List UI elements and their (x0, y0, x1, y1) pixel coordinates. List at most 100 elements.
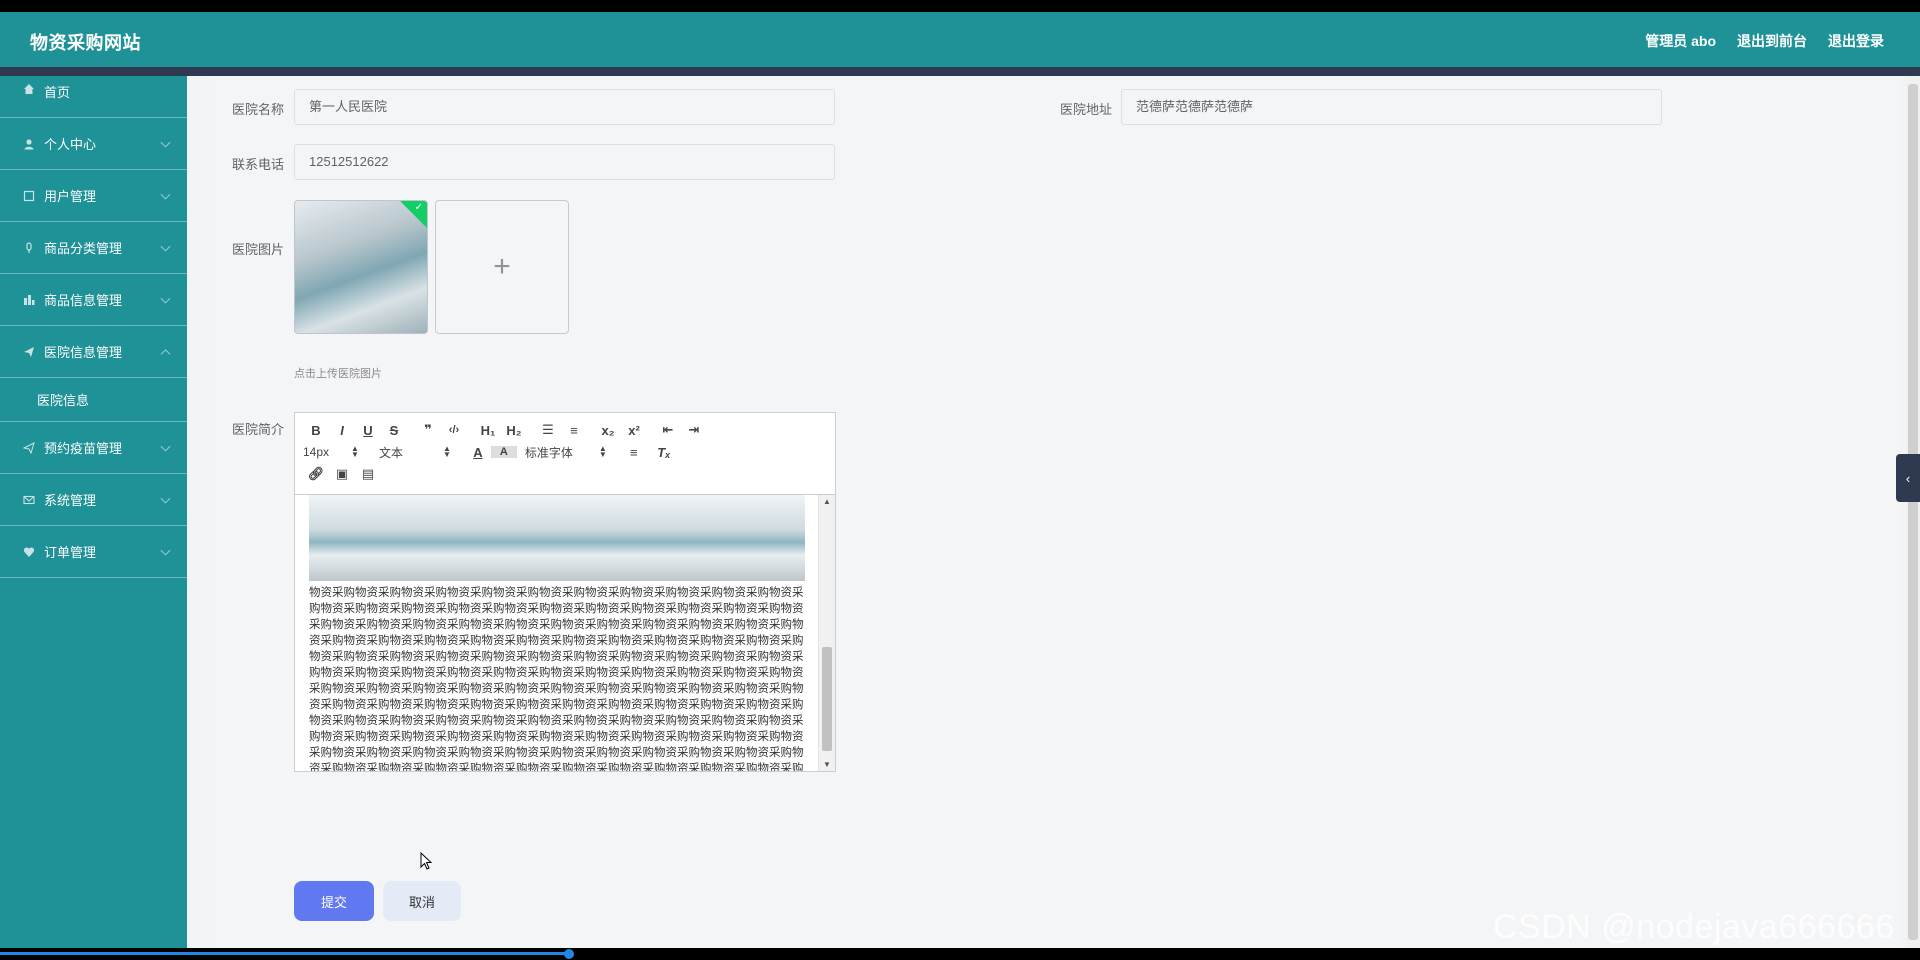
mouse-cursor-icon (420, 851, 433, 870)
font-family-select[interactable]: 标准字体 ▲ ▼ (525, 444, 607, 461)
sidebar-item-user-management[interactable]: 用户管理 (0, 170, 187, 222)
outdent-icon[interactable]: ⇤ (655, 422, 681, 438)
chevron-down-icon (160, 545, 171, 556)
align-icon[interactable]: ≡ (621, 445, 647, 460)
header-links: 管理员 abo 退出到前台 退出登录 (1645, 31, 1884, 51)
chevron-down-icon (160, 241, 171, 252)
hospital-address-label: 医院地址 (1060, 102, 1113, 117)
plus-icon: + (493, 250, 511, 283)
indent-icon[interactable]: ⇥ (681, 422, 707, 438)
collapse-panel-button[interactable]: ‹ (1896, 454, 1920, 502)
chevron-down-icon (160, 189, 171, 200)
chevron-up-icon (160, 348, 171, 359)
video-progress-bar[interactable] (0, 952, 572, 955)
scroll-up-icon[interactable]: ▲ (823, 497, 831, 506)
site-title: 物资采购网站 (30, 33, 141, 53)
sidebar-item-label: 系统管理 (44, 493, 97, 508)
chevron-down-icon (160, 293, 171, 304)
admin-label: 管理员 abo (1645, 33, 1716, 49)
video-progress-handle[interactable] (564, 949, 574, 959)
phone-label: 联系电话 (232, 157, 285, 172)
blockquote-icon[interactable]: ❞ (415, 422, 441, 438)
sidebar-item-label: 医院信息管理 (44, 345, 123, 360)
video-icon[interactable]: ▤ (355, 466, 381, 482)
logout-link[interactable]: 退出登录 (1828, 31, 1884, 51)
heading2-icon[interactable]: H₂ (501, 423, 527, 438)
sidebar-item-label: 商品分类管理 (44, 241, 123, 256)
editor-toolbar: B I U S ❞ ‹/› H₁ H₂ ☰ ≡ x₂ x² ⇤ ⇥ 14px ▲… (295, 413, 835, 495)
clear-format-icon[interactable]: Tₓ (651, 445, 677, 460)
front-page-link[interactable]: 退出到前台 (1737, 31, 1807, 51)
rich-text-editor: B I U S ❞ ‹/› H₁ H₂ ☰ ≡ x₂ x² ⇤ ⇥ 14px ▲… (294, 412, 836, 772)
mic-icon (22, 241, 36, 255)
updown-icon: ▲ ▼ (598, 444, 607, 459)
sidebar-item-label: 用户管理 (44, 189, 97, 204)
updown-icon: ▲ ▼ (442, 444, 451, 459)
content-image (309, 495, 805, 581)
sidebar-item-personal-center[interactable]: 个人中心 (0, 118, 187, 170)
updown-icon: ▲ ▼ (351, 444, 359, 459)
heading1-icon[interactable]: H₁ (475, 423, 501, 438)
sidebar-item-vaccine-management[interactable]: 预约疫苗管理 (0, 422, 187, 474)
image-icon[interactable]: ▣ (329, 466, 355, 482)
font-family-value: 标准字体 (524, 445, 573, 460)
toolbar-row-2: 14px ▲ ▼ 文本 ▲ ▼ A A 标准字体 ▲ ▼ ≡ Tₓ (303, 441, 827, 463)
chevron-down-icon (160, 137, 171, 148)
link-icon[interactable]: 🔗︎ (303, 466, 329, 482)
check-icon: ✓ (414, 202, 423, 213)
app-window: 物资采购网站 管理员 abo 退出到前台 退出登录 首页 个人中心 用户管理 商… (0, 12, 1920, 948)
cancel-button[interactable]: 取消 (383, 881, 461, 921)
page-scrollbar[interactable] (1906, 76, 1920, 948)
editor-content[interactable]: 物资采购物资采购物资采购物资采购物资采购物资采购物资采购物资采购物资采购物资采购… (295, 495, 835, 771)
toolbar-row-1: B I U S ❞ ‹/› H₁ H₂ ☰ ≡ x₂ x² ⇤ ⇥ (303, 419, 827, 441)
sidebar-item-system-management[interactable]: 系统管理 (0, 474, 187, 526)
sidebar-item-category-management[interactable]: 商品分类管理 (0, 222, 187, 274)
code-block-icon[interactable]: ‹/› (441, 424, 467, 436)
text-style-value: 文本 (378, 445, 403, 460)
font-color-icon[interactable]: A (465, 445, 491, 460)
font-size-value: 14px (303, 445, 330, 459)
sidebar: 首页 个人中心 用户管理 商品分类管理 商品信息管理 医院信息管理 医院信息 预… (0, 76, 187, 948)
italic-icon[interactable]: I (329, 423, 355, 438)
scrollbar-thumb[interactable] (822, 647, 832, 751)
strikethrough-icon[interactable]: S (381, 423, 407, 438)
bullet-list-icon[interactable]: ≡ (561, 423, 587, 438)
upload-tip: 点击上传医院图片 (294, 368, 382, 380)
content-text: 物资采购物资采购物资采购物资采购物资采购物资采购物资采购物资采购物资采购物资采购… (309, 587, 804, 771)
mail-icon (22, 493, 36, 507)
superscript-icon[interactable]: x² (621, 423, 647, 438)
user-icon (22, 137, 36, 151)
heart-icon (22, 545, 36, 559)
sidebar-item-hospital-management[interactable]: 医院信息管理 (0, 326, 187, 378)
underline-icon[interactable]: U (355, 423, 381, 438)
sidebar-subitem-hospital-info[interactable]: 医院信息 (0, 378, 187, 422)
sidebar-item-label: 个人中心 (44, 137, 97, 152)
sidebar-item-label: 订单管理 (44, 545, 97, 560)
home-icon (22, 82, 36, 96)
main-content: 医院名称 第一人民医院 医院地址 范德萨范德萨范德萨 联系电话 12512512… (210, 76, 1900, 948)
sidebar-item-home[interactable]: 首页 (0, 76, 187, 118)
hospital-name-input[interactable]: 第一人民医院 (294, 89, 835, 125)
sidebar-item-order-management[interactable]: 订单管理 (0, 526, 187, 578)
hospital-name-label: 医院名称 (232, 102, 285, 117)
phone-input[interactable]: 12512512622 (294, 144, 835, 180)
send-icon (22, 441, 36, 455)
image-upload-button[interactable]: + (435, 200, 569, 334)
sidebar-item-product-management[interactable]: 商品信息管理 (0, 274, 187, 326)
square-icon (22, 189, 36, 203)
text-style-select[interactable]: 文本 ▲ ▼ (379, 444, 451, 461)
font-size-select[interactable]: 14px ▲ ▼ (303, 444, 359, 460)
hospital-image-label: 医院图片 (232, 242, 285, 257)
ordered-list-icon[interactable]: ☰ (535, 422, 561, 438)
header-divider-bar (0, 67, 1920, 76)
background-color-icon[interactable]: A (490, 446, 517, 458)
editor-scrollbar[interactable]: ▲ ▼ (818, 495, 835, 771)
page-scrollbar-thumb[interactable] (1908, 84, 1918, 940)
hospital-address-input[interactable]: 范德萨范德萨范德萨 (1121, 89, 1662, 125)
subscript-icon[interactable]: x₂ (595, 423, 621, 438)
submit-button[interactable]: 提交 (294, 881, 374, 921)
hospital-image-thumbnail[interactable]: ✓ (294, 200, 428, 334)
bold-icon[interactable]: B (303, 423, 329, 438)
scroll-down-icon[interactable]: ▼ (823, 760, 831, 769)
sidebar-subitem-label: 医院信息 (37, 393, 90, 408)
